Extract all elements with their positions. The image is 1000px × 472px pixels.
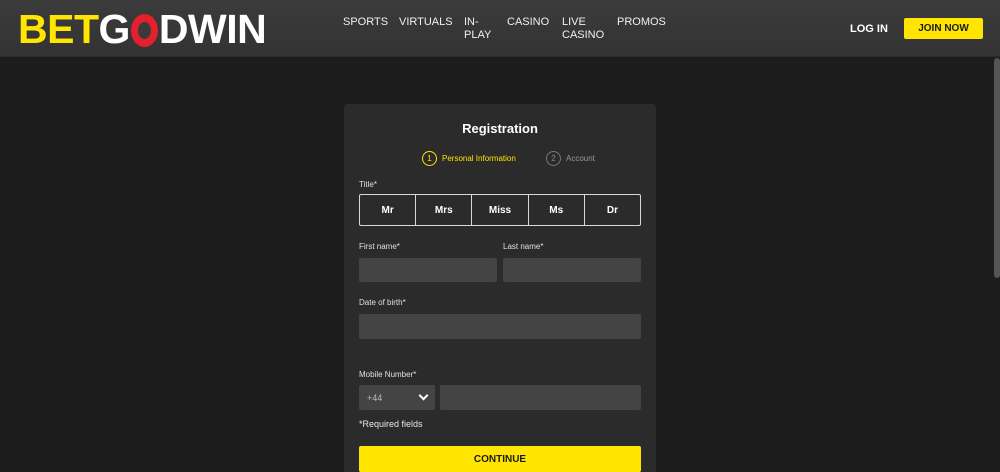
login-link[interactable]: LOG IN [850,23,888,35]
nav-live-casino[interactable]: LIVE CASINO [562,16,604,42]
logo-text-dwin: DWIN [158,6,267,52]
title-mr-button[interactable]: Mr [360,195,417,225]
mobile-label: Mobile Number* [359,370,417,379]
nav-in-play-line1: IN- [464,16,479,28]
nav-casino[interactable]: CASINO [507,16,549,29]
nav-live-casino-line2: CASINO [562,29,605,41]
step-2-number: 2 [546,151,561,166]
country-code-value: +44 [367,392,383,403]
nav-virtuals[interactable]: VIRTUALS [399,16,453,29]
title-miss-button[interactable]: Miss [472,195,529,225]
title-selector: Mr Mrs Miss Ms Dr [359,194,641,226]
continue-button[interactable]: CONTINUE [359,446,641,472]
betgoodwin-logo[interactable]: BETG DWIN [18,6,267,52]
mobile-number-input[interactable] [440,385,641,410]
nav-promos-line1: PROMOS [617,16,666,28]
registration-card: Registration 1 Personal Information 2 Ac… [344,104,656,472]
step-2-label: Account [566,154,595,163]
title-label: Title* [359,180,377,189]
title-ms-button[interactable]: Ms [529,195,585,225]
page-scrollbar[interactable] [994,58,1000,278]
last-name-label: Last name* [503,242,544,251]
first-name-label: First name* [359,242,400,251]
step-1-number: 1 [422,151,437,166]
site-header: BETG DWIN SPORTS VIRTUALS IN- PLAY CASINO… [0,0,1000,57]
nav-promos[interactable]: PROMOS [617,16,666,29]
step-personal-information: 1 Personal Information [422,151,516,166]
logo-text-g: G [98,6,131,52]
nav-sports[interactable]: SPORTS [343,16,388,29]
registration-title: Registration [462,121,538,136]
logo-o-icon [130,14,158,47]
nav-sports-line1: SPORTS [343,16,389,28]
last-name-input[interactable] [503,258,641,282]
logo-text-bet: BET [18,6,99,52]
title-mrs-button[interactable]: Mrs [416,195,473,225]
nav-live-casino-line1: LIVE [562,16,586,28]
nav-in-play-line2: PLAY [464,29,492,41]
title-dr-button[interactable]: Dr [585,195,640,225]
country-code-select[interactable]: +44 [359,385,435,410]
nav-virtuals-line1: VIRTUALS [399,16,453,28]
step-1-label: Personal Information [442,154,516,163]
step-account: 2 Account [546,151,595,166]
dob-label: Date of birth* [359,298,406,307]
required-fields-note: *Required fields [359,419,423,429]
first-name-input[interactable] [359,258,497,282]
join-now-button[interactable]: JOIN NOW [904,18,983,39]
chevron-down-icon [418,390,429,401]
dob-input[interactable] [359,314,641,339]
nav-in-play[interactable]: IN- PLAY [464,16,491,42]
nav-casino-line1: CASINO [507,16,550,28]
